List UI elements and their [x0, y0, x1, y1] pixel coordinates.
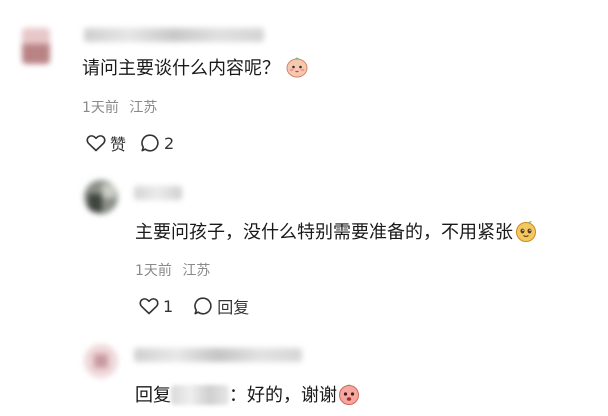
- comment-time: 1天前: [82, 100, 119, 116]
- avatar[interactable]: [22, 28, 50, 64]
- comment-text: 请问主要谈什么内容呢？: [82, 56, 308, 81]
- reply-button[interactable]: 回复: [193, 294, 249, 318]
- comment-bubble-icon: [194, 297, 212, 315]
- reply-time: 1天前: [135, 263, 172, 279]
- avatar[interactable]: [84, 344, 118, 378]
- reply-text-body: 主要问孩子，没什么特别需要准备的，不用紧张: [135, 222, 513, 243]
- reply-label: 回复: [217, 298, 250, 317]
- reply-actions: 1 回复: [139, 294, 263, 318]
- reply-meta: 1天前 江苏: [135, 260, 210, 280]
- like-button[interactable]: 1: [139, 297, 173, 316]
- heart-icon: [139, 298, 159, 315]
- comment-actions: 赞 2: [86, 131, 188, 155]
- heart-icon: [86, 135, 106, 152]
- reply-text: 主要问孩子，没什么特别需要准备的，不用紧张: [135, 220, 537, 245]
- reply-text: 回复 ：好的，谢谢: [135, 383, 360, 408]
- like-label: 赞: [110, 135, 127, 154]
- blushing-face-emoji-icon: [286, 56, 308, 78]
- comment-bubble-icon: [141, 134, 159, 152]
- username[interactable]: [134, 186, 182, 200]
- username[interactable]: [84, 28, 264, 42]
- reply-count: 2: [164, 133, 175, 153]
- like-button[interactable]: 赞: [86, 131, 126, 155]
- reply-prefix: 回复: [135, 385, 171, 406]
- mentioned-username[interactable]: [171, 385, 229, 405]
- reply-text-body: 好的，谢谢: [247, 385, 337, 406]
- reply-separator: ：: [229, 385, 247, 406]
- comment-meta: 1天前 江苏: [82, 97, 157, 117]
- like-count: 1: [163, 296, 174, 316]
- avatar[interactable]: [84, 180, 118, 214]
- shy-face-emoji-icon: [338, 383, 360, 405]
- reply-location: 江苏: [182, 263, 211, 279]
- smiling-face-emoji-icon: [515, 220, 537, 242]
- comment-location: 江苏: [129, 100, 158, 116]
- username[interactable]: [134, 348, 302, 362]
- comment-text-body: 请问主要谈什么内容呢？: [82, 58, 280, 79]
- reply-count-button[interactable]: 2: [140, 133, 174, 153]
